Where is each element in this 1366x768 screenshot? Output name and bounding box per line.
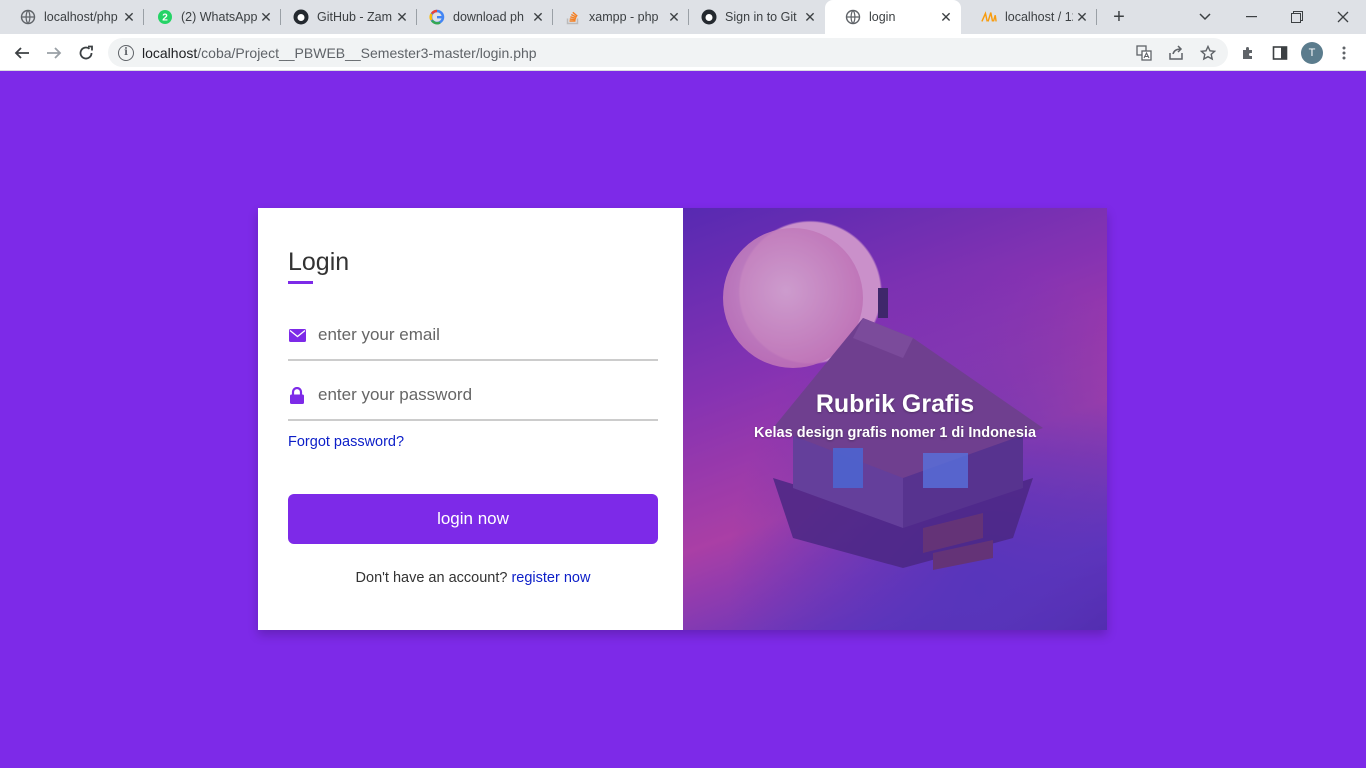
restore-button[interactable] [1274,0,1320,34]
brand-title: Rubrik Grafis [815,390,975,418]
brand-block: Rubrik Grafis Kelas design grafis nomer … [683,390,1107,441]
password-field-group [288,371,658,421]
signup-prompt: Don't have an account? register now [288,570,658,586]
site-info-icon[interactable]: i [118,44,134,61]
reload-button[interactable] [72,39,100,67]
close-icon[interactable]: ✕ [1073,8,1091,26]
browser-toolbar: i localhost/coba/Project__PBWEB__Semeste… [0,34,1366,71]
close-icon[interactable]: ✕ [801,8,819,26]
globe-icon [845,9,861,25]
browser-tabstrip: localhost/php ✕ 2 (2) WhatsApp ✕ GitHub … [0,0,1366,34]
login-card: Login Forgot password? login now Don't h… [258,208,1107,630]
phpmyadmin-icon [981,9,997,25]
extensions-icon[interactable] [1234,39,1262,67]
tab-title: xampp - php [589,10,659,24]
browser-tab[interactable]: Sign in to Git ✕ [681,0,825,34]
translate-icon[interactable] [1130,39,1158,67]
browser-tab[interactable]: localhost / 12 ✕ [961,0,1097,34]
address-bar[interactable]: i localhost/coba/Project__PBWEB__Semeste… [108,38,1228,67]
email-field-group [288,311,658,361]
browser-tab[interactable]: localhost/php ✕ [0,0,144,34]
tab-title: localhost/php [44,10,118,24]
signup-text: Don't have an account? [355,570,508,586]
password-input[interactable] [318,385,638,405]
minimize-button[interactable] [1228,0,1274,34]
title-underline [288,281,313,284]
tab-title: localhost / 12 [1005,10,1073,24]
tab-title: GitHub - Zam [317,10,393,24]
github-icon [701,9,717,25]
tab-title: download ph [453,10,524,24]
side-panel-icon[interactable] [1266,39,1294,67]
lock-icon [288,386,306,404]
menu-kebab-icon[interactable] [1330,39,1358,67]
tab-title: Sign in to Git [725,10,797,24]
avatar[interactable]: T [1301,42,1323,64]
login-form: Login Forgot password? login now Don't h… [258,208,683,630]
login-button[interactable]: login now [288,494,658,544]
tab-title: login [869,10,896,24]
forward-button[interactable] [40,39,68,67]
browser-tab[interactable]: 2 (2) WhatsApp ✕ [137,0,281,34]
close-window-button[interactable] [1320,0,1366,34]
close-icon[interactable]: ✕ [937,8,955,26]
url-path: /coba/Project__PBWEB__Semester3-master/l… [197,44,537,61]
tab-badge: 2 [162,13,168,24]
bookmark-star-icon[interactable] [1194,39,1222,67]
browser-tab[interactable]: GitHub - Zam ✕ [273,0,417,34]
tab-title: (2) WhatsApp [181,10,257,24]
google-icon [429,9,445,25]
forgot-password-link[interactable]: Forgot password? [288,434,404,450]
stackoverflow-icon [565,9,581,25]
register-link[interactable]: register now [511,570,590,586]
envelope-icon [288,326,306,344]
share-icon[interactable] [1162,39,1190,67]
tab-search-button[interactable] [1182,0,1228,34]
browser-tab-active[interactable]: login ✕ [825,0,961,34]
page-title: Login [288,248,350,276]
github-icon [293,9,309,25]
back-button[interactable] [8,39,36,67]
new-tab-button[interactable]: + [1108,6,1130,28]
brand-subtitle: Kelas design grafis nomer 1 di Indonesia [753,425,1037,441]
url-host: localhost [142,44,198,61]
browser-tab[interactable]: download ph ✕ [409,0,553,34]
close-icon[interactable]: ✕ [120,8,138,26]
hero-image: Rubrik Grafis Kelas design grafis nomer … [683,208,1107,630]
whatsapp-icon: 2 [157,9,173,25]
globe-icon [20,9,36,25]
email-input[interactable] [318,325,638,345]
browser-tab[interactable]: xampp - php ✕ [545,0,689,34]
